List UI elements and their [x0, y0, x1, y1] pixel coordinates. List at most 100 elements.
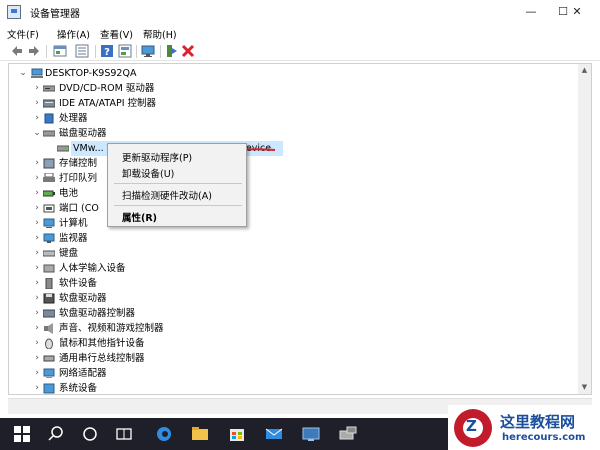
tree-item-computer[interactable]: › 计算机	[9, 216, 579, 231]
storage-icon	[43, 158, 55, 169]
tree-item-label: 打印队列	[59, 173, 98, 184]
tree-item-ide[interactable]: › IDE ATA/ATAPI 控制器	[9, 96, 579, 111]
cortana-icon[interactable]	[80, 424, 100, 444]
expand-chevron-icon[interactable]: ›	[33, 111, 41, 126]
expand-chevron-icon[interactable]: ›	[33, 156, 41, 171]
edge-icon[interactable]	[154, 424, 174, 444]
expand-chevron-icon[interactable]: ›	[33, 231, 41, 246]
tree-item-label: 磁盘驱动器	[59, 128, 107, 139]
menu-file[interactable]: 文件(F)	[7, 27, 39, 41]
help-icon[interactable]: ?	[100, 44, 114, 58]
tree-item-label: 系统设备	[59, 383, 98, 394]
floppy-controller-icon	[43, 309, 55, 318]
tree-item-usb[interactable]: › 通用串行总线控制器	[9, 351, 579, 366]
collapse-chevron-icon[interactable]: ⌄	[19, 66, 27, 81]
expand-chevron-icon[interactable]: ›	[33, 96, 41, 111]
tree-item-system[interactable]: › 系统设备	[9, 381, 579, 394]
expand-chevron-icon[interactable]: ›	[33, 306, 41, 321]
tree-item-hid[interactable]: › 人体学输入设备	[9, 261, 579, 276]
tree-item-label: 存储控制	[59, 158, 98, 169]
menu-view[interactable]: 查看(V)	[100, 27, 133, 41]
tree-item-vmware-disk[interactable]: VMw... VMware Virtual S SCSI Disk Device	[9, 141, 579, 156]
tree-item-disk-drives[interactable]: ⌄ 磁盘驱动器	[9, 126, 579, 141]
hid-icon	[43, 264, 55, 273]
tree-item-dvd[interactable]: › DVD/CD-ROM 驱动器	[9, 81, 579, 96]
keyboard-icon	[43, 250, 55, 257]
tree-item-label: 软件设备	[59, 278, 98, 289]
search-icon[interactable]	[46, 424, 66, 444]
tree-item-floppy-drives[interactable]: › 软盘驱动器	[9, 291, 579, 306]
usb-icon	[43, 355, 55, 362]
expand-chevron-icon[interactable]: ›	[33, 186, 41, 201]
menu-action[interactable]: 操作(A)	[57, 27, 90, 41]
expand-chevron-icon[interactable]: ›	[33, 321, 41, 336]
update-driver-icon[interactable]	[164, 44, 178, 58]
disk-icon	[43, 130, 55, 137]
monitor-icon[interactable]	[141, 44, 155, 58]
scroll-up-icon[interactable]: ▲	[578, 64, 591, 77]
scroll-down-icon[interactable]: ▼	[578, 381, 591, 394]
tree-item-label: 监视器	[59, 233, 88, 244]
tree-item-floppy-controller[interactable]: › 软盘驱动器控制器	[9, 306, 579, 321]
tree-item-storage[interactable]: › 存储控制	[9, 156, 109, 171]
expand-chevron-icon[interactable]: ›	[33, 216, 41, 231]
expand-chevron-icon[interactable]: ›	[33, 246, 41, 261]
tree-item-label: 端口 (CO	[59, 203, 99, 214]
monitor-icon	[43, 233, 55, 243]
watermark-logo-letter: Z	[466, 417, 477, 435]
title-bar: 设备管理器 — ☐ ✕	[0, 0, 600, 24]
tree-item-battery[interactable]: › 电池	[9, 186, 109, 201]
window-title: 设备管理器	[30, 9, 80, 20]
printer-icon	[43, 173, 55, 182]
expand-chevron-icon[interactable]: ›	[33, 81, 41, 96]
ide-icon	[43, 99, 55, 108]
tree-item-label: 软盘驱动器	[59, 293, 107, 304]
expand-chevron-icon[interactable]: ›	[33, 291, 41, 306]
properties-menu-item[interactable]: 属性(R)	[122, 210, 157, 224]
tree-item-network[interactable]: › 网络适配器	[9, 366, 579, 381]
expand-chevron-icon[interactable]: ›	[33, 171, 41, 186]
expand-chevron-icon[interactable]: ›	[33, 261, 41, 276]
close-button[interactable]: ✕	[554, 0, 600, 24]
collapse-chevron-icon[interactable]: ⌄	[33, 126, 41, 141]
expand-chevron-icon[interactable]: ›	[33, 381, 41, 394]
expand-chevron-icon[interactable]: ›	[33, 351, 41, 366]
vertical-scrollbar[interactable]: ▲ ▼	[578, 64, 591, 394]
tree-item-sound[interactable]: › 声音、视频和游戏控制器	[9, 321, 579, 336]
task-view-icon[interactable]	[114, 424, 134, 444]
uninstall-device-menu-item[interactable]: 卸载设备(U)	[122, 166, 174, 180]
uninstall-icon[interactable]	[181, 44, 195, 58]
file-explorer-icon[interactable]	[190, 424, 210, 444]
dvd-icon	[43, 85, 55, 92]
windows-start-icon[interactable]	[12, 424, 32, 444]
root-label: DESKTOP-K9S92QA	[45, 68, 137, 79]
remote-icon[interactable]	[301, 424, 321, 444]
port-icon	[43, 204, 55, 213]
console-icon[interactable]	[118, 44, 132, 58]
store-icon[interactable]	[227, 424, 247, 444]
device-manager-icon[interactable]	[338, 424, 358, 444]
expand-chevron-icon[interactable]: ›	[33, 336, 41, 351]
tree-item-ports[interactable]: › 端口 (CO	[9, 201, 109, 216]
list-icon[interactable]	[75, 44, 89, 58]
tree-root[interactable]: ⌄ DESKTOP-K9S92QA	[9, 66, 579, 81]
expand-chevron-icon[interactable]: ›	[33, 276, 41, 291]
tree-item-label: 电池	[59, 188, 79, 199]
tree-item-keyboard[interactable]: › 键盘	[9, 246, 579, 261]
tree-item-mouse[interactable]: › 鼠标和其他指针设备	[9, 336, 579, 351]
device-tree[interactable]: ⌄ DESKTOP-K9S92QA › DVD/CD-ROM 驱动器 › IDE…	[8, 63, 592, 395]
expand-chevron-icon[interactable]: ›	[33, 366, 41, 381]
tree-item-software-devices[interactable]: › 软件设备	[9, 276, 579, 291]
tree-item-monitors[interactable]: › 监视器	[9, 231, 579, 246]
device-manager-app-icon	[7, 5, 21, 19]
expand-chevron-icon[interactable]: ›	[33, 201, 41, 216]
scan-hardware-menu-item[interactable]: 扫描检测硬件改动(A)	[122, 188, 212, 202]
forward-arrow-icon[interactable]	[27, 44, 41, 58]
update-driver-menu-item[interactable]: 更新驱动程序(P)	[122, 150, 192, 164]
menu-help[interactable]: 帮助(H)	[143, 27, 177, 41]
tree-item-print-queue[interactable]: › 打印队列	[9, 171, 109, 186]
mail-icon[interactable]	[264, 424, 284, 444]
back-arrow-icon[interactable]	[10, 44, 24, 58]
tree-item-processor[interactable]: › 处理器	[9, 111, 579, 126]
properties-icon[interactable]	[53, 44, 67, 58]
